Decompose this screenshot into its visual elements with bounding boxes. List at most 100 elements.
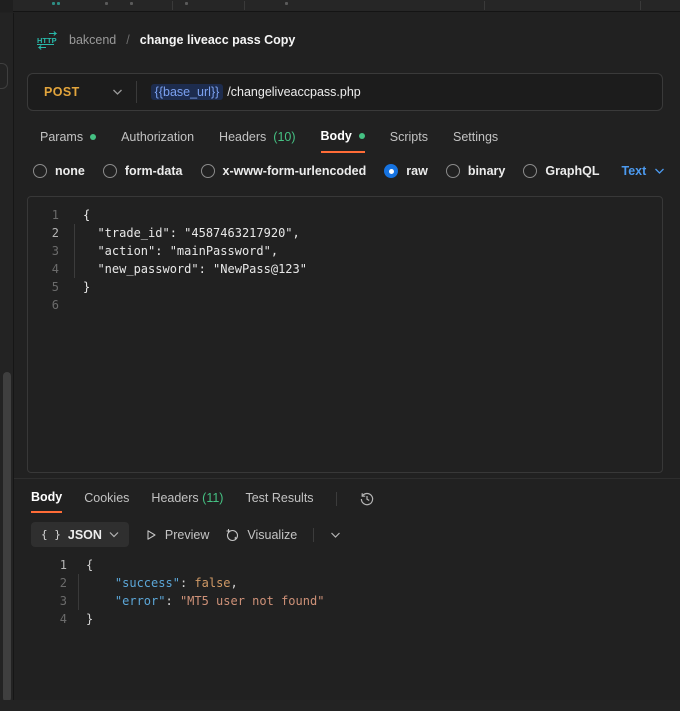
sidebar-top-corner <box>0 0 13 12</box>
radio-raw-label: raw <box>406 164 428 178</box>
raw-language-value: Text <box>622 164 647 178</box>
tab-strip-icon-dot <box>185 2 188 5</box>
line-number: 3 <box>14 592 67 610</box>
line-number: 4 <box>28 260 59 278</box>
body-type-raw[interactable]: raw <box>384 164 428 178</box>
tab-strip-divider <box>640 1 641 10</box>
line-number: 1 <box>14 556 67 574</box>
response-format-dropdown[interactable]: { } JSON <box>31 522 129 547</box>
token <box>86 576 115 590</box>
response-tab-body[interactable]: Body <box>31 490 62 513</box>
radio-none[interactable] <box>33 164 47 178</box>
line-content: } <box>86 610 93 628</box>
preview-label: Preview <box>165 528 209 542</box>
response-line: 4 } <box>14 610 664 628</box>
visualize-wand-icon <box>225 528 239 542</box>
response-tab-test-results[interactable]: Test Results <box>245 491 313 512</box>
body-type-none[interactable]: none <box>33 164 85 178</box>
line-content: "new_password": "NewPass@123" <box>83 260 307 278</box>
chevron-down-icon <box>654 167 665 175</box>
breadcrumb-collection[interactable]: bakcend <box>69 33 116 47</box>
pane-divider[interactable] <box>14 478 680 479</box>
response-line: 2 "success": false, <box>14 574 664 592</box>
raw-language-dropdown[interactable]: Text <box>622 164 666 178</box>
editor-line: 5 } <box>28 278 662 296</box>
token: "MT5 user not found" <box>180 594 325 608</box>
headers-count-badge: (10) <box>273 130 295 144</box>
tab-scripts[interactable]: Scripts <box>390 129 428 153</box>
indent-guide <box>74 224 75 278</box>
request-title[interactable]: change liveacc pass Copy <box>140 33 296 47</box>
response-tab-cookies[interactable]: Cookies <box>84 491 129 512</box>
response-tabs-divider <box>336 492 337 506</box>
visualize-button[interactable]: Visualize <box>225 528 297 542</box>
preview-button[interactable]: Preview <box>145 528 209 542</box>
body-type-graphql[interactable]: GraphQL <box>523 164 599 178</box>
line-number: 2 <box>14 574 67 592</box>
url-bar-divider <box>136 81 137 103</box>
response-tabs: Body Cookies Headers (11) Test Results <box>31 490 375 513</box>
radio-urlencoded-label: x-www-form-urlencoded <box>223 164 367 178</box>
line-content: "success": false, <box>86 574 238 592</box>
response-line: 3 "error": "MT5 user not found" <box>14 592 664 610</box>
tab-strip-icon-dot <box>57 2 60 5</box>
response-headers-count-badge: (11) <box>202 491 223 505</box>
radio-urlencoded[interactable] <box>201 164 215 178</box>
chevron-down-icon[interactable] <box>330 531 341 539</box>
tab-settings[interactable]: Settings <box>453 129 498 153</box>
line-number: 2 <box>28 224 59 242</box>
url-variable-chip[interactable]: {{base_url}} <box>151 84 224 100</box>
radio-none-label: none <box>55 164 85 178</box>
url-path[interactable]: /changeliveaccpass.php <box>227 85 360 99</box>
tab-strip-icon-dot <box>130 2 133 5</box>
line-number: 4 <box>14 610 67 628</box>
body-type-binary[interactable]: binary <box>446 164 506 178</box>
tab-strip-divider <box>172 1 173 10</box>
radio-graphql-label: GraphQL <box>545 164 599 178</box>
tab-authorization[interactable]: Authorization <box>121 129 194 153</box>
sidebar-collapsed-button[interactable] <box>0 63 8 89</box>
radio-form-data[interactable] <box>103 164 117 178</box>
response-tab-headers-label: Headers <box>151 491 198 505</box>
line-content: "trade_id": "4587463217920", <box>83 224 300 242</box>
response-line: 1 { <box>14 556 664 574</box>
tab-body[interactable]: Body <box>321 129 365 153</box>
history-clock-icon[interactable] <box>359 491 375 507</box>
visualize-label: Visualize <box>247 528 297 542</box>
editor-line: 4 "new_password": "NewPass@123" <box>28 260 662 278</box>
vertical-scrollbar[interactable] <box>3 372 11 702</box>
radio-raw-selected[interactable] <box>384 164 398 178</box>
radio-binary[interactable] <box>446 164 460 178</box>
radio-form-data-label: form-data <box>125 164 183 178</box>
line-number: 3 <box>28 242 59 260</box>
method-selector[interactable]: POST <box>28 85 80 99</box>
line-content: } <box>83 278 90 296</box>
play-icon <box>145 529 157 541</box>
line-content: "error": "MT5 user not found" <box>86 592 324 610</box>
chevron-down-icon[interactable] <box>112 88 123 96</box>
token: : <box>165 594 179 608</box>
chevron-down-icon <box>109 531 119 538</box>
url-input[interactable]: {{base_url}} /changeliveaccpass.php <box>151 84 361 100</box>
tab-authorization-label: Authorization <box>121 130 194 144</box>
tab-strip-icon-dot <box>52 2 55 5</box>
response-tab-headers[interactable]: Headers (11) <box>151 491 223 512</box>
tab-headers[interactable]: Headers (10) <box>219 129 295 153</box>
request-tabs: Params Authorization Headers (10) Body S… <box>40 129 498 153</box>
token <box>86 594 115 608</box>
tab-params[interactable]: Params <box>40 129 96 153</box>
body-type-form-data[interactable]: form-data <box>103 164 183 178</box>
workspace-tab-strip <box>0 0 680 12</box>
body-type-urlencoded[interactable]: x-www-form-urlencoded <box>201 164 367 178</box>
tab-strip-divider <box>244 1 245 10</box>
tab-settings-label: Settings <box>453 130 498 144</box>
radio-graphql[interactable] <box>523 164 537 178</box>
breadcrumb-separator: / <box>126 33 129 47</box>
tab-scripts-label: Scripts <box>390 130 428 144</box>
params-active-dot <box>90 134 96 140</box>
braces-icon: { } <box>41 528 61 541</box>
editor-line: 2 "trade_id": "4587463217920", <box>28 224 662 242</box>
request-body-editor[interactable]: 1 { 2 "trade_id": "4587463217920", 3 "ac… <box>27 196 663 473</box>
tab-params-label: Params <box>40 130 83 144</box>
token: false <box>194 576 230 590</box>
